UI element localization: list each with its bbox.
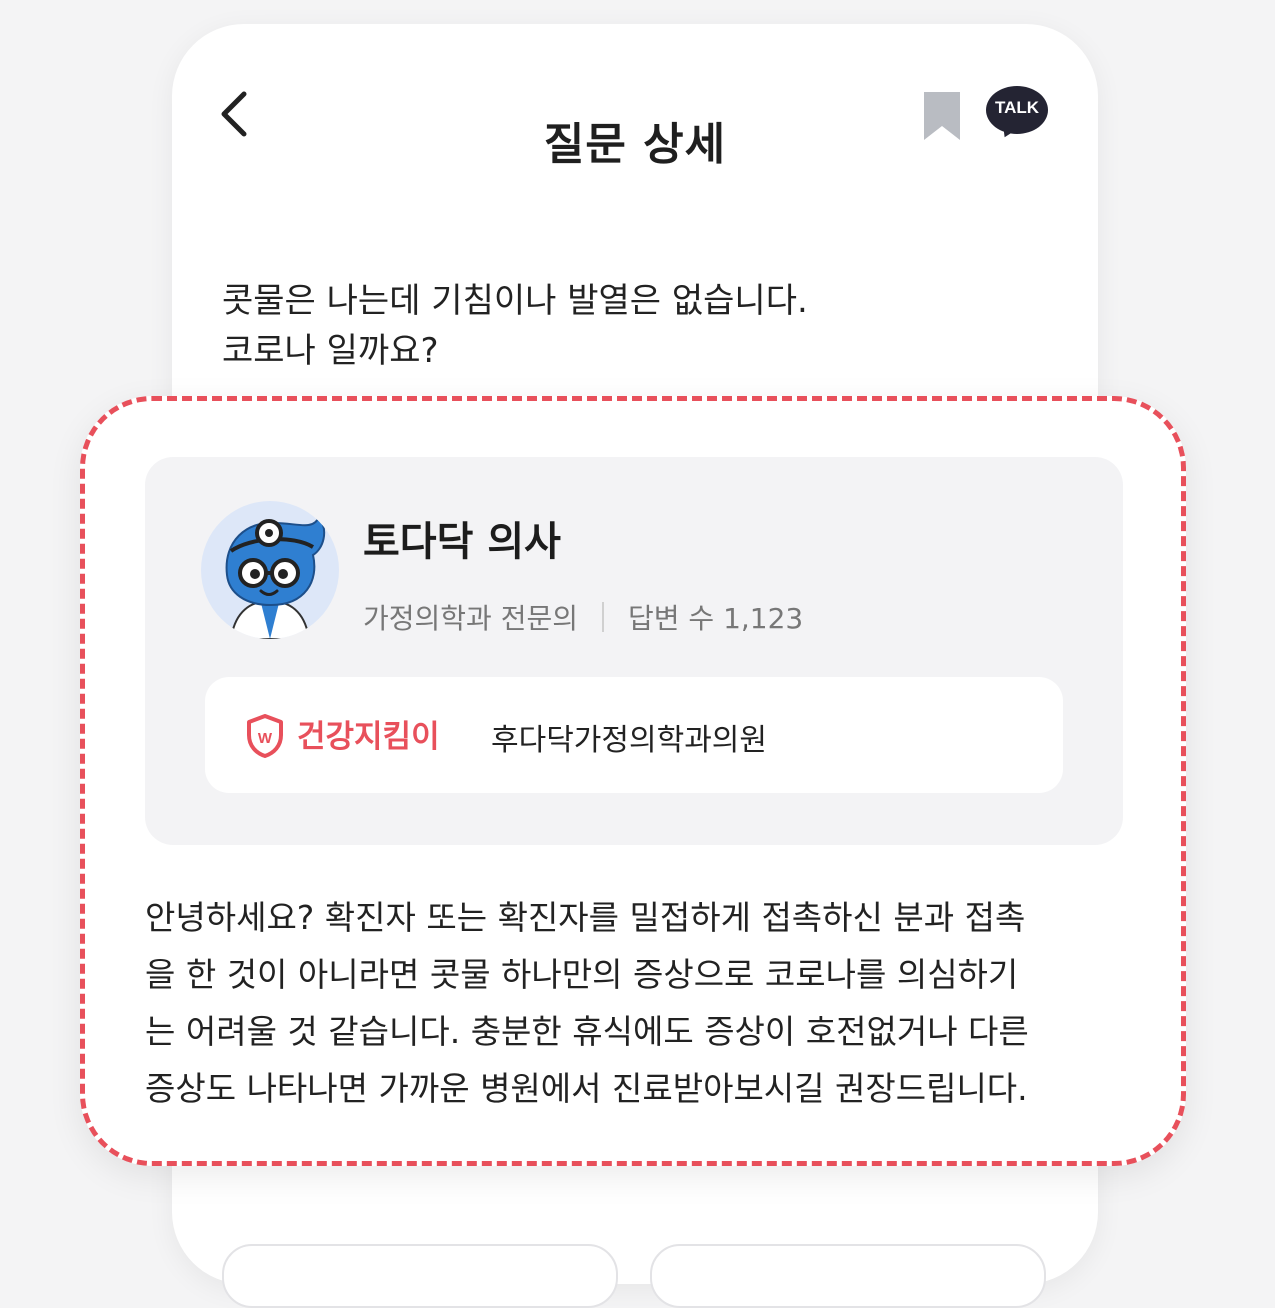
clinic-info[interactable]: W 건강지킴이 후다닥가정의학과의원	[205, 677, 1063, 793]
doctor-profile[interactable]: 토다닥 의사 가정의학과 전문의 답변 수 1,123 W 건강지킴이 후다닥가정…	[145, 457, 1123, 845]
bookmark-icon	[924, 92, 960, 140]
clinic-name: 후다닥가정의학과의원	[491, 723, 767, 758]
doctor-avatar	[201, 501, 339, 639]
answer-card: 토다닥 의사 가정의학과 전문의 답변 수 1,123 W 건강지킴이 후다닥가정…	[80, 396, 1186, 1166]
answer-line: 증상도 나타나면 가까운 병원에서 진료받아보시길 권장드립니다.	[145, 1069, 1028, 1108]
question-line: 콧물은 나는데 기침이나 발열은 없습니다.	[222, 281, 808, 321]
bottom-action-button-left[interactable]	[222, 1244, 618, 1308]
svg-text:W: W	[258, 730, 273, 747]
doctor-meta: 가정의학과 전문의 답변 수 1,123	[363, 597, 803, 637]
bookmark-button[interactable]	[918, 90, 966, 142]
bottom-action-button-right[interactable]	[650, 1244, 1046, 1308]
answer-text: 안녕하세요? 확진자 또는 확진자를 밀접하게 접촉하신 분과 접촉 을 한 것…	[145, 889, 1135, 1117]
doctor-character-icon	[225, 514, 326, 639]
top-bar: 질문 상세 TALK	[172, 24, 1098, 204]
talk-label: TALK	[994, 98, 1040, 117]
doctor-name: 토다닥 의사	[363, 519, 561, 565]
question-line: 코로나 일까요?	[222, 331, 439, 371]
shield-icon: W	[247, 714, 283, 758]
kakao-talk-button[interactable]: TALK	[986, 86, 1048, 142]
answer-count: 답변 수 1,123	[627, 602, 804, 635]
answer-line: 을 한 것이 아니라면 콧물 하나만의 증상으로 코로나를 의심하기	[145, 955, 1019, 994]
answer-line: 는 어려울 것 같습니다. 충분한 휴식에도 증상이 호전없거나 다른	[145, 1012, 1029, 1051]
answer-line: 안녕하세요? 확진자 또는 확진자를 밀접하게 접촉하신 분과 접촉	[145, 898, 1026, 937]
question-text: 콧물은 나는데 기침이나 발열은 없습니다. 코로나 일까요?	[222, 276, 1042, 376]
meta-divider	[601, 602, 604, 632]
health-guardian-badge: 건강지킴이	[297, 719, 440, 755]
doctor-specialty: 가정의학과 전문의	[363, 602, 578, 635]
